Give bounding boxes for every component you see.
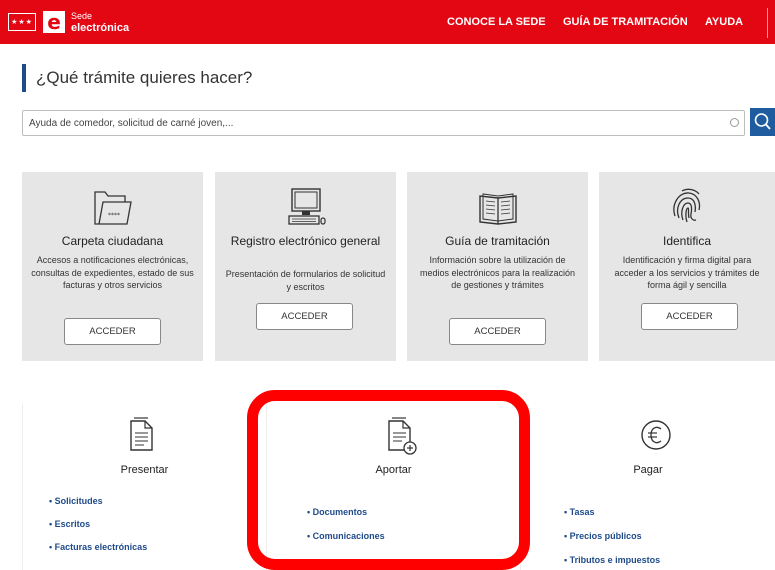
card-icon-wrap: **** <box>22 186 203 228</box>
panel-title: Presentar <box>120 464 169 476</box>
panel-icon-wrap <box>127 416 157 459</box>
panel-pagar: Pagar • Tasas • Precios públicos • Tribu… <box>520 404 775 570</box>
nav-ayuda-item: AYUDA <box>705 0 743 44</box>
acceder-guia-button[interactable]: ACCEDER <box>449 318 546 345</box>
link-precios-publicos[interactable]: • Precios públicos <box>564 531 642 541</box>
panel-icon-wrap <box>640 419 672 456</box>
euro-icon <box>641 420 671 450</box>
book-icon <box>478 193 517 225</box>
card-title: Carpeta ciudadana <box>61 234 164 248</box>
document-icon <box>130 417 153 451</box>
computer-icon <box>287 188 326 225</box>
link-facturas-electronicas[interactable]: • Facturas electrónicas <box>49 542 147 552</box>
region-flag-icon: ★★★ <box>8 13 36 31</box>
link-escritos[interactable]: • Escritos <box>49 519 90 529</box>
acceder-identifica-button[interactable]: ACCEDER <box>641 303 738 330</box>
site-header: ★★★ e Sede electrónica CONOCE LA SEDE GU… <box>0 0 775 44</box>
card-description: Accesos a notificaciones electrónicas, c… <box>31 255 194 290</box>
logo-line-2: electrónica <box>71 22 130 34</box>
card-description: Presentación de formularios de solicitud… <box>225 269 386 292</box>
card-icon-wrap <box>407 186 588 228</box>
card-title: Identifica <box>662 234 712 248</box>
panel-title: Pagar <box>633 464 663 476</box>
card-description: Información sobre la utilización de medi… <box>419 255 576 290</box>
card-carpeta-ciudadana: **** Carpeta ciudadana Accesos a notific… <box>22 172 203 361</box>
card-icon-wrap <box>215 186 396 228</box>
card-title: Registro electrónico general <box>230 234 381 248</box>
card-title: Guía de tramitación <box>445 234 550 248</box>
highlight-annotation-frame <box>247 390 530 570</box>
card-identifica: Identifica Identificación y firma digita… <box>599 172 775 361</box>
nav-conoce-la-sede-item: CONOCE LA SEDE <box>447 0 546 44</box>
acceder-carpeta-button[interactable]: ACCEDER <box>64 318 161 345</box>
search-clear-icon[interactable] <box>730 118 739 127</box>
sede-logo-icon[interactable]: e <box>43 11 65 33</box>
page-title: ¿Qué trámite quieres hacer? <box>36 68 253 87</box>
link-tributos-impuestos[interactable]: • Tributos e impuestos <box>564 555 660 565</box>
logo-line-1: Sede <box>71 11 93 21</box>
search-icon <box>754 113 771 130</box>
card-guia-tramitacion: Guía de tramitación Información sobre la… <box>407 172 588 361</box>
acceder-registro-button[interactable]: ACCEDER <box>256 303 353 330</box>
card-registro-electronico: Registro electrónico general Presentació… <box>215 172 396 361</box>
card-icon-wrap <box>599 186 775 228</box>
search-button[interactable] <box>750 108 775 136</box>
nav-guia-tramitacion[interactable]: GUÍA DE TRAMITACIÓN <box>563 16 688 28</box>
nav-guia-tramitacion-item: GUÍA DE TRAMITACIÓN <box>563 0 688 44</box>
panel-presentar: Presentar • Solicitudes • Escritos • Fac… <box>22 404 266 570</box>
title-accent-bar <box>22 64 26 92</box>
nav-ayuda[interactable]: AYUDA <box>705 16 743 28</box>
nav-conoce-la-sede[interactable]: CONOCE LA SEDE <box>447 16 546 28</box>
search-input[interactable] <box>22 110 745 136</box>
folder-icon: **** <box>93 191 132 225</box>
svg-text:****: **** <box>108 212 120 219</box>
link-solicitudes[interactable]: • Solicitudes <box>49 496 103 506</box>
link-tasas[interactable]: • Tasas <box>564 507 595 517</box>
fingerprint-icon <box>673 188 701 223</box>
card-description: Identificación y firma digital para acce… <box>614 255 760 290</box>
region-logo-strip <box>767 8 775 38</box>
sede-logo-text[interactable]: Sede electrónica <box>71 12 129 34</box>
